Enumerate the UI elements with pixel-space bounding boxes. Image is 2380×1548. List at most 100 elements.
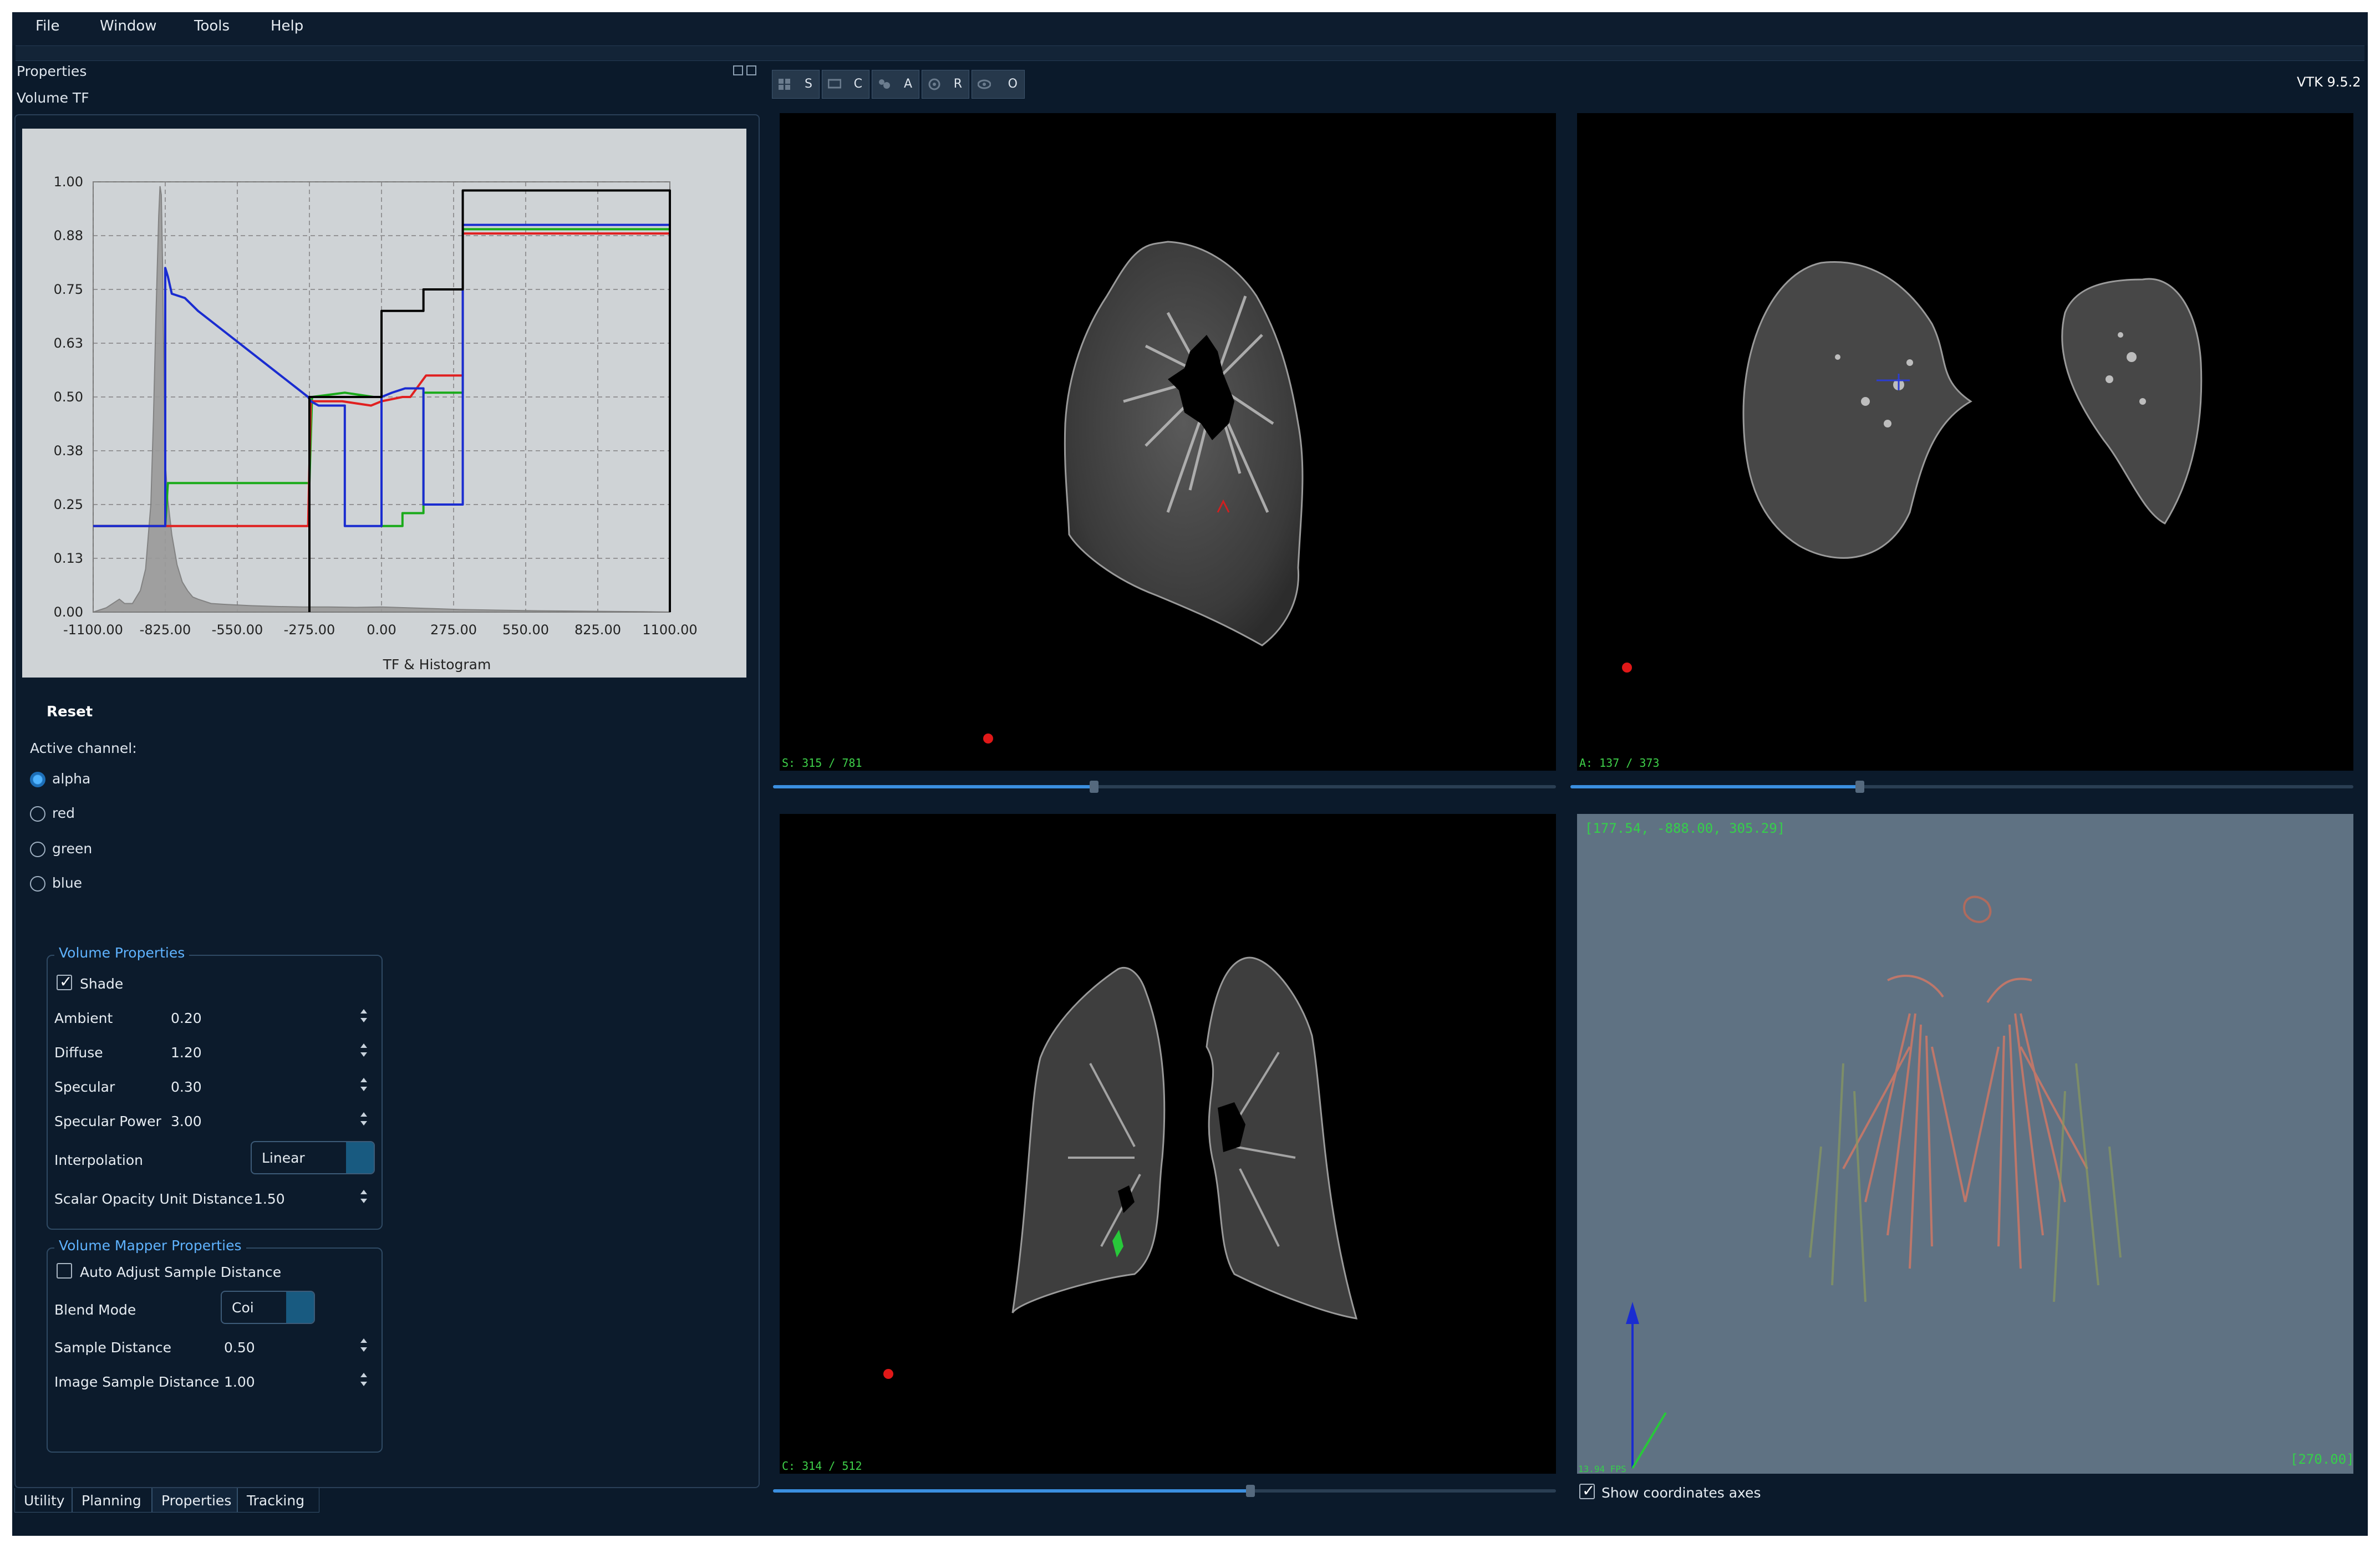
specular-spinner[interactable] <box>360 1076 368 1094</box>
radio-red-label[interactable]: red <box>52 805 75 821</box>
tf-chart-svg[interactable]: -1100.00 -825.00 -550.00 -275.00 0.00 275.00 5… <box>22 129 746 678</box>
orientation-marker <box>1622 663 1632 673</box>
menu-bar: File Window Tools Help <box>12 12 2368 45</box>
dropdown-arrow-icon <box>286 1292 314 1323</box>
coronal-image <box>883 956 1358 1379</box>
y-tick-label: 0.25 <box>54 497 83 512</box>
sagittal-image <box>983 241 1304 744</box>
y-tick-label: 1.00 <box>54 174 83 190</box>
y-tick-label: 0.88 <box>54 228 83 243</box>
y-axis <box>1631 1412 1667 1469</box>
axial-view[interactable]: A: 137 / 373 <box>1577 113 2353 771</box>
radio-alpha[interactable] <box>30 772 45 787</box>
diffuse-input[interactable]: 1.20 <box>171 1045 202 1061</box>
cursor-coordinates: [177.54, -888.00, 305.29] <box>1585 821 1786 836</box>
view-coronal-button[interactable]: C <box>822 70 869 99</box>
x-tick-label: 825.00 <box>574 622 621 638</box>
tab-properties[interactable]: Properties <box>152 1488 237 1513</box>
interpolation-value: Linear <box>262 1150 305 1166</box>
y-tick-label: 0.63 <box>54 335 83 351</box>
dock-title: Properties <box>17 63 87 79</box>
auto-adjust-label[interactable]: Auto Adjust Sample Distance <box>80 1264 281 1280</box>
volume-properties-title: Volume Properties <box>54 945 190 961</box>
image-sample-distance-input[interactable]: 1.00 <box>224 1374 255 1390</box>
menu-window[interactable]: Window <box>100 18 157 34</box>
x-tick-label: -1100.00 <box>63 622 123 638</box>
reset-button[interactable]: Reset <box>47 704 93 720</box>
auto-adjust-checkbox[interactable] <box>57 1263 72 1279</box>
interpolation-select[interactable]: Linear <box>251 1141 375 1174</box>
axial-slider[interactable] <box>1570 781 2353 793</box>
view-sagittal-button[interactable]: S <box>772 70 820 99</box>
fps-counter: 13.94 FPS <box>1578 1464 1626 1474</box>
blend-mode-label: Blend Mode <box>54 1302 136 1318</box>
tab-utility[interactable]: Utility <box>14 1488 72 1513</box>
view-overview-button[interactable]: O <box>972 70 1025 99</box>
radio-green-label[interactable]: green <box>52 841 92 857</box>
orientation-marker <box>983 734 993 744</box>
sample-distance-spinner[interactable] <box>360 1336 368 1355</box>
coronal-slider[interactable] <box>773 1485 1556 1497</box>
scalar-opacity-input[interactable]: 1.50 <box>254 1191 285 1207</box>
diffuse-spinner[interactable] <box>360 1041 368 1060</box>
shade-label[interactable]: Shade <box>80 976 123 992</box>
tab-planning[interactable]: Planning <box>72 1488 152 1513</box>
sagittal-slice-info: S: 315 / 781 <box>782 756 862 770</box>
mapper-properties-title: Volume Mapper Properties <box>54 1238 246 1254</box>
scalar-opacity-label: Scalar Opacity Unit Distance <box>54 1191 253 1207</box>
slider-knob[interactable] <box>1246 1485 1255 1497</box>
monitor-icon <box>828 79 841 89</box>
show-axes-label[interactable]: Show coordinates axes <box>1601 1485 1761 1501</box>
menu-tools[interactable]: Tools <box>194 18 230 34</box>
x-tick-label: 550.00 <box>502 622 549 638</box>
tab-tracking[interactable]: Tracking <box>237 1488 319 1513</box>
view-axial-button[interactable]: A <box>872 70 919 99</box>
view-sagittal-label: S <box>805 77 812 91</box>
radio-alpha-label[interactable]: alpha <box>52 771 90 787</box>
check-icon: ✓ <box>1582 1481 1595 1500</box>
slider-fill <box>1570 785 1860 788</box>
interpolation-label: Interpolation <box>54 1152 143 1168</box>
radio-green[interactable] <box>30 842 45 857</box>
orientation-marker <box>883 1369 893 1379</box>
specular-input[interactable]: 0.30 <box>171 1079 202 1095</box>
blend-mode-select[interactable]: Coi <box>221 1291 315 1324</box>
toolbar-strip <box>16 45 2364 61</box>
scalar-opacity-spinner[interactable] <box>360 1188 368 1206</box>
coronal-view[interactable]: C: 314 / 512 <box>780 814 1556 1474</box>
view-axial-label: A <box>903 77 912 91</box>
axial-image <box>1622 261 2203 673</box>
ambient-input[interactable]: 0.20 <box>171 1010 202 1026</box>
render-3d-view[interactable]: [177.54, -888.00, 305.29] [270.00] 13.94… <box>1577 814 2353 1474</box>
undock-icon[interactable] <box>733 65 743 75</box>
slider-fill <box>773 785 1094 788</box>
view-render-label: R <box>953 77 962 91</box>
radio-red[interactable] <box>30 806 45 822</box>
tf-histogram-chart[interactable]: -1100.00 -825.00 -550.00 -275.00 0.00 275.00 5… <box>22 129 746 678</box>
ambient-spinner[interactable] <box>360 1007 368 1026</box>
show-axes-checkbox[interactable]: ✓ <box>1579 1481 1595 1500</box>
image-sample-distance-spinner[interactable] <box>360 1371 368 1389</box>
people-icon <box>879 79 890 89</box>
menu-file[interactable]: File <box>35 18 60 34</box>
radio-blue[interactable] <box>30 876 45 892</box>
view-render-button[interactable]: R <box>922 70 969 99</box>
render-sphere-icon <box>928 78 940 90</box>
shade-checkbox[interactable]: ✓ <box>57 972 72 991</box>
radio-blue-label[interactable]: blue <box>52 875 82 891</box>
sample-distance-input[interactable]: 0.50 <box>224 1340 255 1356</box>
sagittal-view[interactable]: S: 315 / 781 <box>780 113 1556 771</box>
slider-knob[interactable] <box>1089 781 1099 793</box>
specular-power-input[interactable]: 3.00 <box>171 1113 202 1129</box>
x-tick-label: -825.00 <box>140 622 191 638</box>
sagittal-slider[interactable] <box>773 781 1556 793</box>
specular-power-spinner[interactable] <box>360 1110 368 1129</box>
menu-help[interactable]: Help <box>271 18 303 34</box>
slider-knob[interactable] <box>1855 781 1865 793</box>
render-3d-image <box>1626 895 2122 1469</box>
close-icon[interactable] <box>746 65 756 75</box>
x-tick-label: 0.00 <box>367 622 396 638</box>
y-tick-label: 0.75 <box>54 282 83 297</box>
eye-icon <box>978 79 991 89</box>
x-tick-label: 1100.00 <box>642 622 697 638</box>
